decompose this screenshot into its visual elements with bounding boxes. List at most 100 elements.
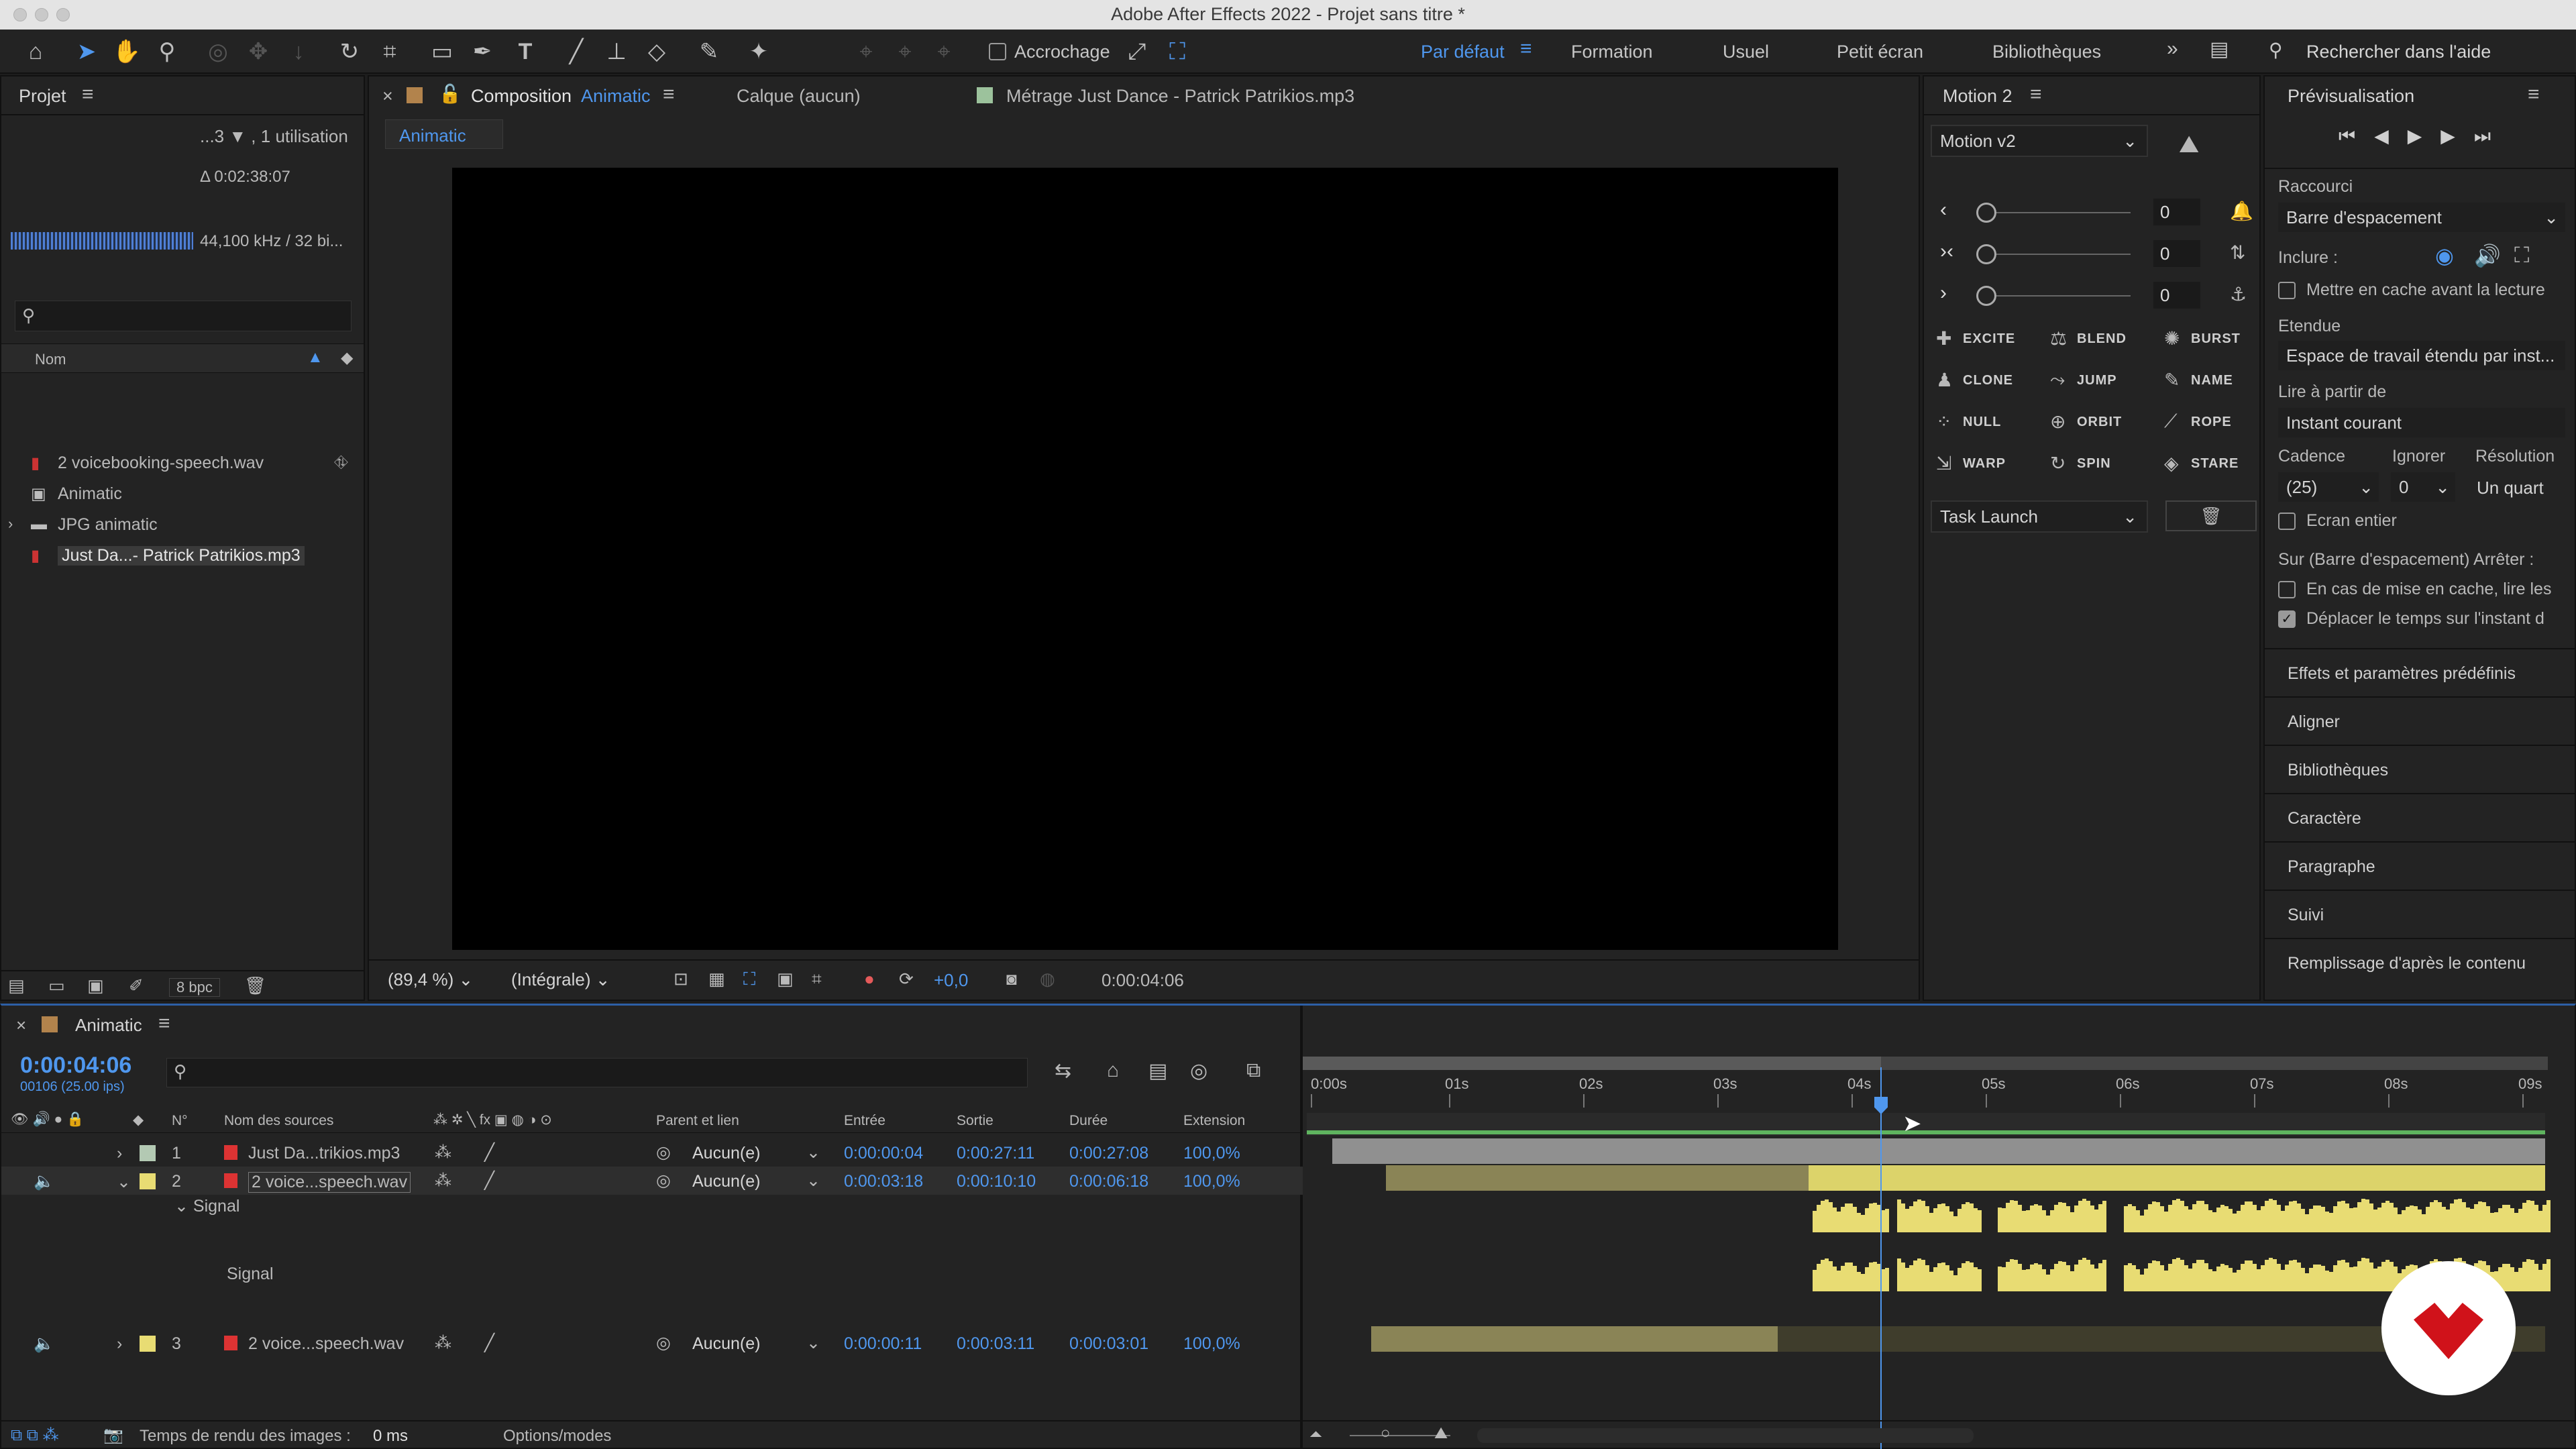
pickwhip-icon[interactable]: ◎ [656,1333,671,1353]
zoom-slider-knob[interactable]: ○ [1381,1424,1391,1443]
work-area-range[interactable] [1307,1113,2545,1136]
region-of-interest-icon[interactable]: ⛶ [743,969,755,990]
collapse-transform-icon[interactable]: ⁂ [435,1142,451,1163]
sort-ascending-icon[interactable]: ▲ [307,348,323,367]
preview-section-header[interactable]: Effets et paramètres prédéfinis [2265,648,2575,695]
column-source[interactable]: Nom des sources [224,1113,333,1129]
column-num[interactable]: N° [172,1113,188,1129]
layer-duration[interactable]: 0:00:03:01 [1069,1334,1148,1354]
motion-slider-value[interactable]: 0 [2153,199,2200,225]
include-overlays-icon[interactable]: ⛶ [2514,243,2529,268]
workspace-petit-ecran[interactable]: Petit écran [1837,42,1923,62]
motion-menu-icon[interactable]: ≡ [2030,83,2042,106]
snapshot-camera-icon[interactable]: ◙ [1006,969,1017,989]
motion-tool-button[interactable]: ⚖ BLEND [2047,322,2155,356]
playhead[interactable] [1880,1067,1882,1449]
brush-tool-icon[interactable]: ╱ [561,36,592,67]
grid-guides-icon[interactable]: ⌗ [812,969,822,990]
motion-tool-button[interactable]: ⇲ WARP [1933,447,2041,480]
project-list-item[interactable]: › ▬ JPG animatic [1,511,364,541]
more-workspaces-icon[interactable]: » [2167,38,2178,60]
puppet-pin-icon[interactable]: ✦ [743,36,774,67]
preview-section-header[interactable]: Remplissage d'après le contenu [2265,938,2575,985]
play-from-dropdown[interactable]: Instant courant [2278,408,2565,437]
project-list-item[interactable]: ▮ Just Da...- Patrick Patrikios.mp3 [1,542,364,572]
playhead-handle[interactable] [1874,1097,1888,1114]
mask-visibility-icon[interactable]: ▣ [777,969,794,989]
rotate-tool-icon[interactable]: ↻ [334,36,365,67]
layer-1-bar[interactable] [1332,1138,2545,1164]
time-graph[interactable]: 0:00s 01s 02s 03s 04s 05s 06s 07s 08s 09s ➤ [1303,1043,2576,1449]
expand-folder-icon[interactable]: › [8,515,13,533]
dolly-camera-icon[interactable]: ↓ [283,36,314,67]
layer-in-point[interactable]: 0:00:00:04 [844,1144,923,1163]
parent-dropdown-arrow[interactable]: ⌄ [806,1333,820,1353]
exposure-value[interactable]: +0,0 [934,970,968,991]
timeline-tab[interactable]: Animatic [75,1015,142,1036]
signal-group-toggle[interactable]: ⌄ Signal [174,1196,239,1216]
layer-name[interactable]: 2 voice...speech.wav [248,1334,404,1354]
parent-dropdown[interactable]: Aucun(e) [692,1144,760,1163]
collapse-layer-icon[interactable]: ⌄ [117,1172,131,1192]
cache-checkbox[interactable] [2278,282,2296,299]
composition-tab-name[interactable]: Animatic [581,86,651,107]
include-audio-icon[interactable]: 🔊 [2474,243,2501,268]
close-tab-icon[interactable]: × [382,86,393,107]
layer-out-point[interactable]: 0:00:10:10 [957,1172,1036,1191]
reset-exposure-icon[interactable]: ⟳ [899,969,914,989]
layer-label-color[interactable] [140,1336,156,1352]
motion-tool-button[interactable]: ✎ NAME [2161,364,2269,397]
footage-tab[interactable]: Métrage Just Dance - Patrick Patrikios.m… [1006,86,1354,107]
motion-tool-button[interactable]: ◈ STARE [2161,447,2269,480]
last-frame-icon[interactable]: ⏭ [2474,125,2510,146]
adjust-project-icon[interactable]: ✐ [129,975,144,996]
layer-duration[interactable]: 0:00:06:18 [1069,1172,1148,1191]
motion-slider-track[interactable] [1983,212,2131,213]
motion-slider-knob[interactable] [1976,286,1996,306]
zoom-tool-icon[interactable]: ⚲ [152,36,182,67]
composition-viewer[interactable] [452,168,1838,950]
composition-menu-icon[interactable]: ≡ [663,83,675,106]
column-name-label[interactable]: Nom [35,351,66,368]
new-folder-icon[interactable]: ▭ [48,975,65,996]
motion-slider-value[interactable]: 0 [2153,240,2200,267]
layer-2-bar[interactable] [1386,1165,2545,1191]
snap-checkbox[interactable] [989,43,1006,60]
parent-dropdown-arrow[interactable]: ⌄ [806,1142,820,1163]
slider-side-icon[interactable]: 🔔 [2230,200,2253,222]
work-area-bar[interactable] [1303,1057,2548,1070]
quality-icon[interactable]: ╱ [484,1171,494,1191]
transparency-grid-icon[interactable]: ▦ [708,969,725,989]
shortcut-dropdown[interactable]: Barre d'espacement ⌄ [2278,203,2565,232]
pickwhip-icon[interactable]: ◎ [656,1171,671,1191]
panel-menu-icon[interactable]: ≡ [82,83,94,106]
motion-blur-icon[interactable]: ◎ [1190,1059,1208,1083]
snap-options-icon[interactable]: ⤢ [1122,36,1152,67]
move-time-checkbox[interactable]: ✓ [2278,610,2296,628]
layer-stretch[interactable]: 100,0% [1183,1172,1240,1191]
quality-icon[interactable]: ╱ [484,1142,494,1163]
fast-previews-icon[interactable]: ⊡ [674,969,688,989]
anchor-tool-icon[interactable]: ⌗ [374,36,405,67]
range-dropdown[interactable]: Espace de travail étendu par inst... [2278,341,2565,370]
motion-tool-button[interactable]: ⤳ JUMP [2047,364,2155,397]
fullscreen-checkbox[interactable] [2278,513,2296,530]
layer-in-point[interactable]: 0:00:00:11 [844,1334,922,1354]
composition-subtab[interactable]: Animatic [385,119,503,149]
cadence-dropdown[interactable]: (25) ⌄ [2278,472,2379,502]
zoom-out-icon[interactable]: ⏶ [1309,1426,1322,1444]
next-frame-icon[interactable]: ▶ [2440,125,2474,146]
task-dropdown[interactable]: Task Launch ⌄ [1931,500,2148,533]
axis-world-icon[interactable]: ⌖ [890,36,920,67]
zoom-dropdown[interactable]: (89,4 %) ⌄ [380,965,492,994]
project-list-item[interactable]: ▮ 2 voicebooking-speech.wav ⛗ [1,449,364,479]
skip-dropdown[interactable]: 0 ⌄ [2391,472,2455,502]
options-modes-toggle[interactable]: Options/modes [503,1427,611,1446]
motion-tool-button[interactable]: ↻ SPIN [2047,447,2155,480]
column-parent[interactable]: Parent et lien [656,1113,739,1129]
expand-layer-icon[interactable]: › [117,1144,122,1163]
parent-dropdown-arrow[interactable]: ⌄ [806,1171,820,1191]
pen-tool-icon[interactable]: ✒ [467,36,498,67]
workspace-usuel[interactable]: Usuel [1723,42,1769,62]
motion-slider-value[interactable]: 0 [2153,282,2200,309]
